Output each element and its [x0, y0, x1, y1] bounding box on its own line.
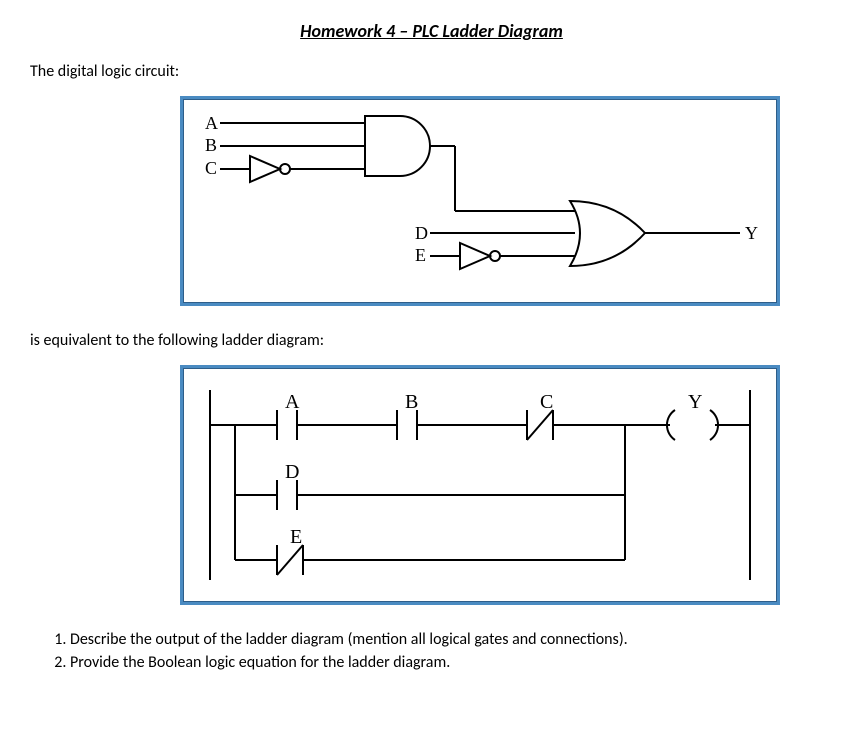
ladder-diagram-svg: A B C Y D E [195, 380, 765, 590]
intro-text-1: The digital logic circuit: [30, 62, 833, 81]
logic-label-E: E [415, 245, 426, 265]
question-item: Describe the output of the ladder diagra… [70, 630, 833, 649]
question-item: Provide the Boolean logic equation for t… [70, 653, 833, 672]
logic-label-A: A [205, 113, 218, 133]
logic-circuit-svg: A B C D E Y [195, 111, 765, 291]
ladder-label-B: B [405, 391, 418, 413]
logic-circuit-frame: A B C D E Y [180, 96, 780, 306]
logic-label-C: C [205, 158, 217, 178]
logic-label-B: B [205, 135, 217, 155]
page-title: Homework 4 – PLC Ladder Diagram [30, 20, 833, 42]
ladder-diagram-frame: A B C Y D E [180, 365, 780, 605]
logic-label-Y: Y [745, 223, 758, 243]
questions-list: Describe the output of the ladder diagra… [30, 630, 833, 672]
ladder-label-Y: Y [688, 391, 702, 413]
not-gate-icon [460, 243, 490, 269]
ladder-label-E: E [290, 526, 302, 548]
and-gate-icon [365, 116, 430, 176]
ladder-label-A: A [285, 391, 300, 413]
logic-label-D: D [415, 223, 428, 243]
ladder-label-C: C [540, 391, 553, 413]
not-gate-icon [250, 156, 280, 182]
or-gate-icon [570, 201, 645, 266]
intro-text-2: is equivalent to the following ladder di… [30, 331, 833, 350]
ladder-label-D: D [285, 461, 299, 483]
